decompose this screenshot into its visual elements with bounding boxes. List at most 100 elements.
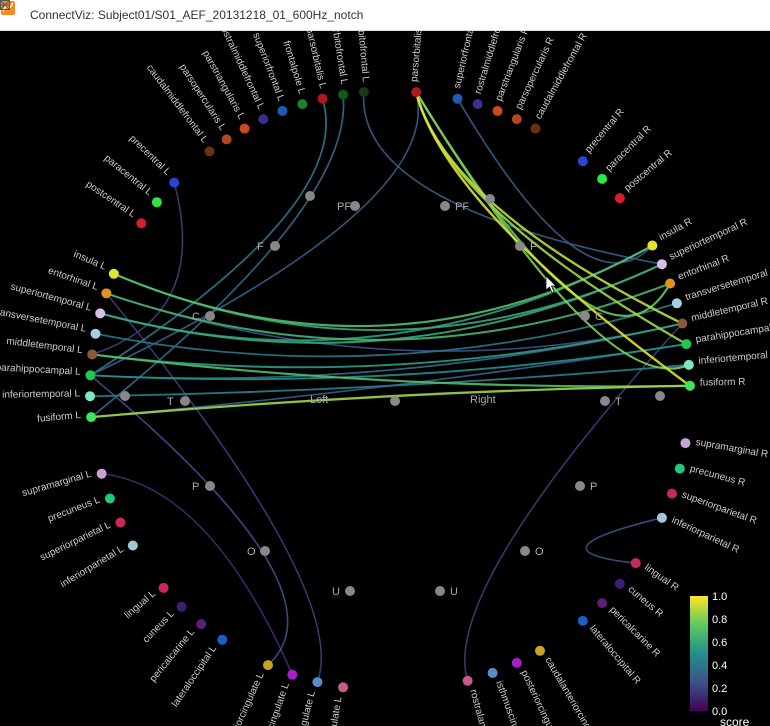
node-fusiform_R[interactable] xyxy=(685,381,695,391)
node-rostralanteriorcingulate_L[interactable] xyxy=(338,682,348,692)
node-label-superiorfrontal_R: superiorfrontal R xyxy=(452,31,479,90)
node-insula_R[interactable] xyxy=(647,241,657,251)
node-postcentral_L[interactable] xyxy=(136,218,146,228)
node-middletemporal_R[interactable] xyxy=(677,319,687,329)
hub-dot-PF_L[interactable] xyxy=(350,201,360,211)
node-superiortemporal_L[interactable] xyxy=(95,308,105,318)
node-insula_L[interactable] xyxy=(109,269,119,279)
node-precuneus_L[interactable] xyxy=(105,494,115,504)
node-inferiortemporal_R[interactable] xyxy=(684,360,694,370)
hub-dot-F_L[interactable] xyxy=(270,241,280,251)
hub-dot-T_L[interactable] xyxy=(180,396,190,406)
node-transversetemporal_L[interactable] xyxy=(91,329,101,339)
node-middletemporal_L[interactable] xyxy=(87,349,97,359)
node-paracentral_L[interactable] xyxy=(152,197,162,207)
hub-dot-U_R[interactable] xyxy=(435,586,445,596)
node-parsorbitalis_R[interactable] xyxy=(411,87,421,97)
node-caudalanteriorcingulate_L[interactable] xyxy=(263,660,273,670)
maximize-button[interactable] xyxy=(678,0,724,30)
hub-dot-P_L[interactable] xyxy=(205,481,215,491)
hub-dot-U_L[interactable] xyxy=(345,586,355,596)
hub-dot-inner_R1[interactable] xyxy=(655,391,665,401)
node-supramarginal_R[interactable] xyxy=(680,438,690,448)
node-superiorfrontal_L[interactable] xyxy=(277,106,287,116)
node-entorhinal_R[interactable] xyxy=(665,278,675,288)
node-parahippocampal_R[interactable] xyxy=(681,339,691,349)
node-superiorfrontal_R[interactable] xyxy=(452,94,462,104)
node-caudalanteriorcingulate_R[interactable] xyxy=(535,646,545,656)
node-fusiform_L[interactable] xyxy=(86,412,96,422)
node-precentral_R[interactable] xyxy=(578,156,588,166)
hub-label-C_R: C xyxy=(595,311,603,323)
node-inferiorparietal_R[interactable] xyxy=(657,513,667,523)
hub-label-F_L: F xyxy=(257,241,264,253)
hub-dot-inner_L1[interactable] xyxy=(120,391,130,401)
node-frontalpole_L[interactable] xyxy=(297,99,307,109)
node-rostralmiddlefrontal_R[interactable] xyxy=(473,99,483,109)
node-lateraloccipital_R[interactable] xyxy=(578,616,588,626)
node-cuneus_R[interactable] xyxy=(615,579,625,589)
node-parahippocampal_L[interactable] xyxy=(85,370,95,380)
hub-dot-C_R[interactable] xyxy=(580,311,590,321)
hub-label-U_L: U xyxy=(332,586,340,598)
node-parsopercularis_L[interactable] xyxy=(222,134,232,144)
node-parsorbitalis_L[interactable] xyxy=(318,94,328,104)
node-transversetemporal_R[interactable] xyxy=(672,298,682,308)
edge-superiorfrontal_R--insula_R[interactable] xyxy=(457,99,652,263)
hub-dot-C_L[interactable] xyxy=(205,311,215,321)
hub-dot-P_R[interactable] xyxy=(575,481,585,491)
colorbar-tick: 0.4 xyxy=(712,660,727,672)
node-caudalmiddlefrontal_L[interactable] xyxy=(204,146,214,156)
node-pericalcarine_L[interactable] xyxy=(196,619,206,629)
colorbar: score 1.00.80.60.40.20.0 xyxy=(690,591,750,726)
node-postcentral_R[interactable] xyxy=(615,193,625,203)
node-superiorparietal_R[interactable] xyxy=(667,489,677,499)
hub-dot-PF_R[interactable] xyxy=(440,201,450,211)
hub-label-T_L: T xyxy=(167,396,174,408)
node-precentral_L[interactable] xyxy=(169,178,179,188)
node-lateralorbitofrontal_L[interactable] xyxy=(359,87,369,97)
edge-posteriorcingulate_L--supramarginal_L[interactable] xyxy=(102,474,293,675)
edge-lingual_R--inferiorparietal_R[interactable] xyxy=(586,518,662,563)
node-entorhinal_L[interactable] xyxy=(101,288,111,298)
node-parsopercularis_R[interactable] xyxy=(512,114,522,124)
hub-dot-O_L[interactable] xyxy=(260,546,270,556)
hub-dot-T_R[interactable] xyxy=(600,396,610,406)
node-lingual_R[interactable] xyxy=(631,558,641,568)
node-caudalmiddlefrontal_R[interactable] xyxy=(530,124,540,134)
hub-dot-O_R[interactable] xyxy=(520,546,530,556)
node-parstriangularis_R[interactable] xyxy=(493,106,503,116)
node-medialorbitofrontal_L[interactable] xyxy=(338,90,348,100)
node-cuneus_L[interactable] xyxy=(177,602,187,612)
node-parstriangularis_L[interactable] xyxy=(240,124,250,134)
node-supramarginal_L[interactable] xyxy=(97,469,107,479)
node-lingual_L[interactable] xyxy=(159,583,169,593)
hub-dot-inner_mid[interactable] xyxy=(390,396,400,406)
node-superiortemporal_R[interactable] xyxy=(657,259,667,269)
node-paracentral_R[interactable] xyxy=(597,174,607,184)
node-posteriorcingulate_R[interactable] xyxy=(512,658,522,668)
node-precuneus_R[interactable] xyxy=(675,464,685,474)
node-label-superiorparietal_R: superiorparietal R xyxy=(680,490,758,527)
node-label-parahippocampal_R: parahippocampal R xyxy=(695,321,770,345)
node-rostralmiddlefrontal_L[interactable] xyxy=(258,114,268,124)
node-inferiorparietal_L[interactable] xyxy=(128,541,138,551)
hub-dot-F_R[interactable] xyxy=(515,241,525,251)
node-isthmuscingulate_R[interactable] xyxy=(488,668,498,678)
close-button[interactable] xyxy=(724,0,770,30)
node-isthmuscingulate_L[interactable] xyxy=(312,677,322,687)
node-pericalcarine_R[interactable] xyxy=(597,598,607,608)
node-inferiortemporal_L[interactable] xyxy=(85,391,95,401)
node-label-postcentral_L: postcentral L xyxy=(84,179,138,220)
node-lateraloccipital_L[interactable] xyxy=(217,635,227,645)
connectivity-plot[interactable]: PFPFFFCCTTPPOOUU lateralorbitofrontal Lm… xyxy=(0,31,770,726)
edge-rostralanteriorcingulate_R--middletemporal_R[interactable] xyxy=(465,324,682,681)
node-posteriorcingulate_L[interactable] xyxy=(287,670,297,680)
minimize-button[interactable] xyxy=(632,0,678,30)
node-superiorparietal_L[interactable] xyxy=(115,518,125,528)
hub-dot-inner_top_L[interactable] xyxy=(305,191,315,201)
hub-dot-inner_top_R[interactable] xyxy=(485,194,495,204)
hub-label-PF_L: PF xyxy=(337,201,351,213)
node-rostralanteriorcingulate_R[interactable] xyxy=(463,676,473,686)
connectivity-canvas[interactable]: PFPFFFCCTTPPOOUU lateralorbitofrontal Lm… xyxy=(0,31,770,726)
